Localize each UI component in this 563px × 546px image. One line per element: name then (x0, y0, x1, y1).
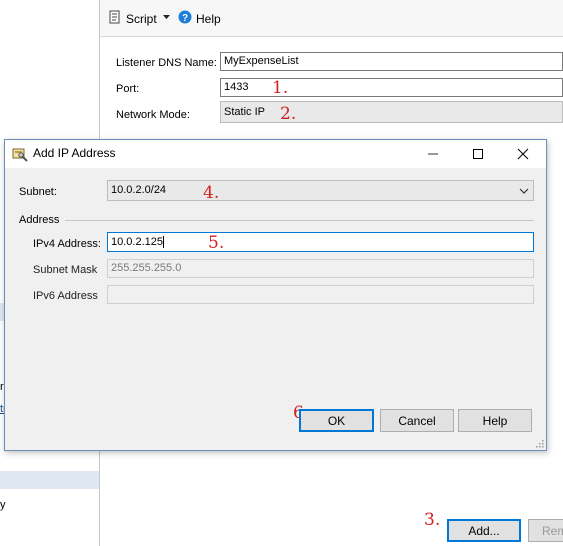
help-dialog-button[interactable]: Help (458, 409, 532, 432)
minimize-icon[interactable] (410, 140, 456, 168)
subnet-mask-label: Subnet Mask (33, 264, 98, 276)
help-label: Help (196, 11, 221, 26)
add-button[interactable]: Add... (447, 519, 521, 542)
ipv4-field[interactable]: 10.0.2.125 (107, 232, 534, 252)
subnet-label: Subnet: (19, 186, 57, 198)
network-mode-select[interactable]: Static IP (220, 101, 563, 123)
address-group-label: Address (19, 214, 60, 226)
left-pane-band (0, 471, 99, 489)
subnet-value: 10.0.2.0/24 (111, 184, 167, 196)
annotation-1: 1. (272, 78, 289, 98)
help-icon: ? (178, 10, 192, 27)
ipv6-label: IPv6 Address (33, 290, 98, 302)
script-label: Script (126, 11, 157, 26)
annotation-5: 5. (208, 233, 225, 253)
subnet-mask-field: 255.255.255.0 (107, 259, 534, 278)
dropdown-arrow-icon[interactable] (162, 12, 171, 24)
annotation-3: 3. (424, 510, 441, 530)
ok-button[interactable]: OK (299, 409, 374, 432)
subnet-select[interactable]: 10.0.2.0/24 (107, 180, 534, 201)
text-caret (163, 236, 164, 249)
close-icon[interactable] (500, 140, 546, 168)
resize-grip-icon[interactable] (534, 438, 544, 448)
cancel-button[interactable]: Cancel (380, 409, 454, 432)
add-ip-address-dialog: Add IP Address Subnet: 10.0.2.0/24 4. Ad… (4, 139, 547, 451)
annotation-4: 4. (203, 183, 220, 203)
maximize-icon[interactable] (455, 140, 501, 168)
ipv4-value: 10.0.2.125 (111, 236, 163, 248)
dialog-app-icon (12, 146, 28, 165)
dialog-title: Add IP Address (33, 146, 116, 160)
listener-dns-label: Listener DNS Name: (116, 57, 217, 69)
port-label: Port: (116, 83, 140, 95)
ipv4-label: IPv4 Address: (33, 238, 101, 250)
help-button[interactable]: ? Help (178, 10, 221, 27)
chevron-down-icon (519, 186, 529, 198)
dialog-titlebar: Add IP Address (5, 140, 546, 168)
remove-button[interactable]: Rem (528, 519, 563, 542)
network-mode-label: Network Mode: (116, 109, 190, 121)
annotation-2: 2. (280, 104, 297, 124)
listener-dns-field[interactable]: MyExpenseList (220, 52, 563, 71)
script-icon (108, 10, 122, 27)
ipv6-field[interactable] (107, 285, 534, 304)
svg-text:?: ? (182, 13, 188, 24)
left-pane-text-fragment-2: y (0, 499, 6, 511)
address-group-divider (65, 220, 534, 221)
script-button[interactable]: Script (108, 10, 157, 27)
